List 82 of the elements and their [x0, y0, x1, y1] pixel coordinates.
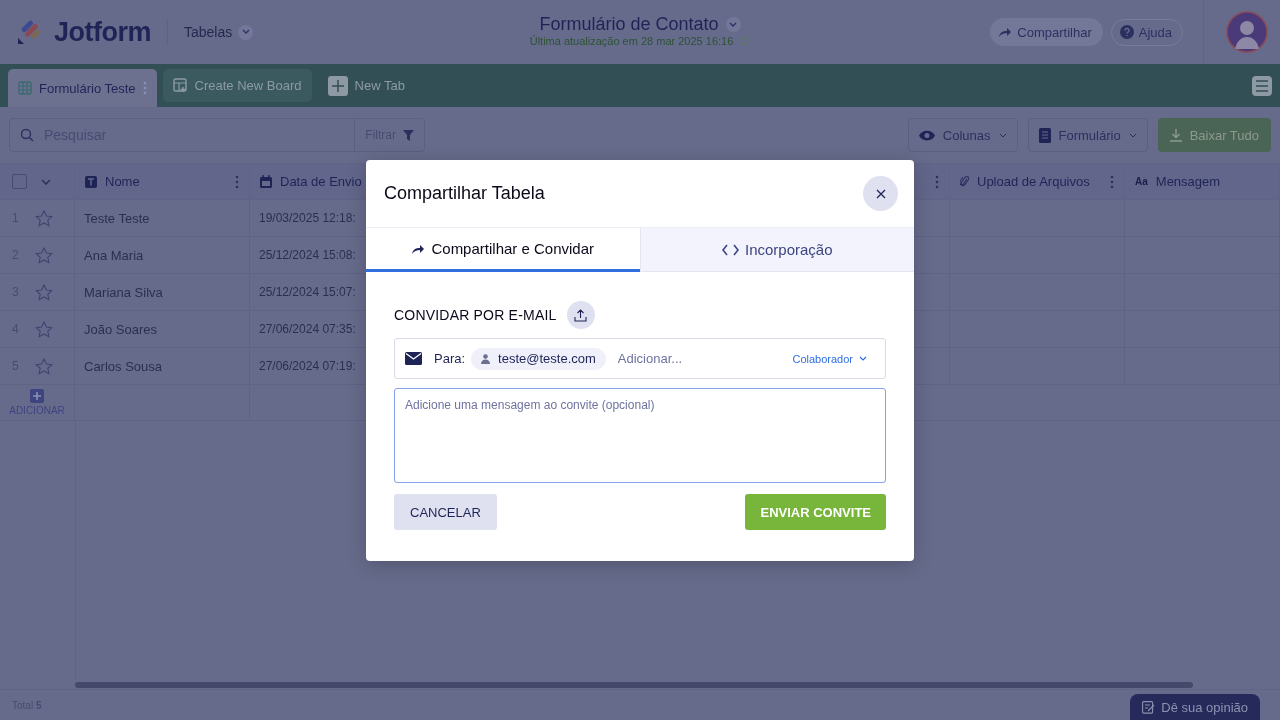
kebab-icon[interactable]	[235, 174, 239, 189]
table-cell: Teste Teste	[84, 210, 150, 226]
section-heading: CONVIDAR POR E-MAIL	[394, 307, 557, 323]
caret-icon	[1128, 132, 1137, 138]
role-dropdown[interactable]: Colaborador	[792, 352, 867, 365]
star-icon[interactable]	[35, 209, 53, 227]
kebab-icon[interactable]	[142, 81, 147, 95]
caret-icon	[241, 29, 250, 35]
star-icon[interactable]	[35, 283, 53, 301]
star-icon[interactable]	[35, 320, 53, 338]
recipients-field[interactable]: Para: teste@teste.com Adicionar... Colaborador	[394, 338, 886, 379]
close-icon	[875, 188, 886, 199]
avatar[interactable]	[1226, 11, 1268, 53]
recipient-chip[interactable]: teste@teste.com	[471, 347, 606, 370]
column-header[interactable]: Upload de Arquivos	[977, 174, 1090, 189]
cancel-button[interactable]: CANCELAR	[394, 494, 497, 530]
column-header[interactable]: Mensagem	[1155, 174, 1221, 189]
eye-icon	[918, 129, 935, 141]
share-arrow-icon	[998, 26, 1013, 38]
star-icon[interactable]	[35, 357, 53, 375]
share-button[interactable]: Compartilhar	[990, 18, 1103, 46]
caret-icon	[729, 21, 738, 28]
code-icon	[721, 243, 739, 256]
plus-icon	[30, 389, 44, 403]
text-type-icon: Aa	[1135, 176, 1148, 187]
board-tab[interactable]: Formulário Teste	[8, 69, 157, 107]
board-tab[interactable]: Create New Board	[162, 69, 312, 102]
menu-icon	[1255, 79, 1269, 92]
brand-name[interactable]: Jotform	[54, 16, 151, 48]
last-updated-text: Última atualização em 28 mar 2025 16:16	[529, 35, 734, 47]
caret-icon[interactable]	[41, 178, 51, 185]
columns-button[interactable]: Colunas	[907, 118, 1018, 152]
envelope-icon	[405, 352, 422, 365]
help-icon	[1119, 25, 1134, 39]
caret-icon	[998, 132, 1007, 138]
download-icon	[1169, 128, 1182, 142]
table-cell: 27/06/2024 07:19:	[259, 359, 356, 373]
close-button[interactable]	[863, 176, 898, 211]
caret-icon	[859, 356, 867, 361]
section-dropdown[interactable]: Tabelas	[184, 24, 254, 40]
column-header[interactable]: Data de Envio	[280, 174, 362, 189]
edit-note-icon	[1142, 700, 1156, 714]
menu-button[interactable]	[1252, 75, 1272, 96]
table-cell: 27/06/2024 07:35:	[259, 322, 356, 336]
search-icon	[20, 128, 34, 142]
kebab-icon[interactable]	[935, 174, 939, 189]
form-title[interactable]: Formulário de Contato	[539, 14, 719, 35]
form-button[interactable]: Formulário	[1027, 118, 1148, 152]
table-cell: 19/03/2025 12:18:	[259, 211, 356, 225]
table-cell: Mariana Silva	[84, 284, 163, 300]
paperclip-icon	[960, 175, 969, 188]
dialog-tab[interactable]: Compartilhar e Convidar	[366, 228, 640, 272]
download-button[interactable]: Baixar Tudo	[1157, 118, 1271, 152]
share-arrow-icon	[411, 242, 426, 255]
table-cell: João Soares	[84, 321, 157, 337]
filter-icon	[403, 129, 414, 141]
table-cell: Carlos Sousa	[84, 358, 163, 374]
upload-button[interactable]	[566, 301, 595, 329]
refresh-icon[interactable]	[740, 36, 751, 46]
star-icon[interactable]	[35, 246, 53, 264]
table-cell: Ana Maria	[84, 247, 144, 263]
dialog-title: Compartilhar Tabela	[384, 183, 545, 204]
table-cell: 25/12/2024 15:08:	[259, 248, 356, 262]
to-label: Para:	[434, 351, 466, 366]
upload-icon	[574, 308, 587, 322]
dialog-tab[interactable]: Incorporação	[639, 228, 914, 272]
board-tab[interactable]: New Tab	[317, 67, 415, 104]
feedback-button[interactable]: Dê sua opinião	[1130, 694, 1260, 720]
grid-icon	[18, 81, 32, 95]
kebab-icon[interactable]	[1110, 174, 1114, 189]
person-icon	[481, 353, 491, 364]
calendar-icon	[260, 175, 272, 188]
send-invite-button[interactable]: ENVIAR CONVITE	[745, 494, 886, 530]
scrollbar-thumb[interactable]	[75, 682, 1193, 688]
plus-icon	[331, 79, 344, 92]
board-icon	[172, 78, 188, 93]
message-field[interactable]: Adicione uma mensagem ao convite (opcional)	[394, 388, 886, 483]
document-icon	[1038, 127, 1051, 143]
table-cell: 25/12/2024 15:07:	[259, 285, 356, 299]
column-header[interactable]: Nome	[105, 174, 140, 189]
select-all-checkbox[interactable]	[12, 174, 27, 189]
text-field-icon	[85, 175, 97, 188]
